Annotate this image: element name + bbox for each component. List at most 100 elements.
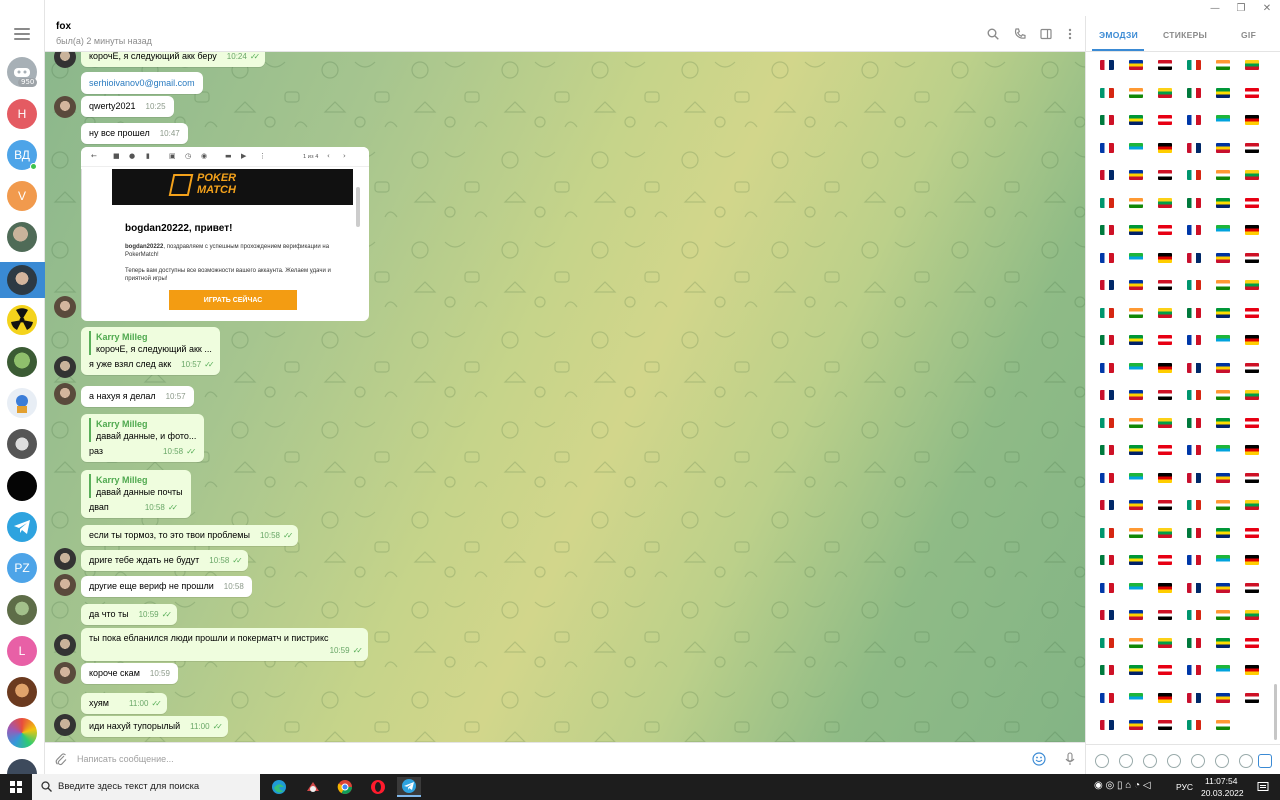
flag-emoji[interactable] xyxy=(1129,115,1143,125)
flag-emoji[interactable] xyxy=(1158,307,1172,318)
message-bubble[interactable]: иди нахуй тупорылый 11:00 ✓✓ xyxy=(81,716,228,737)
sidebar-toggle-icon[interactable] xyxy=(1038,26,1054,42)
flag-emoji[interactable] xyxy=(1216,142,1230,153)
flag-emoji[interactable] xyxy=(1216,527,1230,538)
notifications-icon[interactable] xyxy=(1257,781,1269,793)
flag-emoji[interactable] xyxy=(1158,472,1172,483)
flag-emoji[interactable] xyxy=(1187,445,1201,455)
flag-emoji[interactable] xyxy=(1129,637,1143,648)
flag-emoji[interactable] xyxy=(1129,60,1143,70)
flag-emoji[interactable] xyxy=(1245,582,1259,593)
flag-emoji[interactable] xyxy=(1187,280,1201,290)
message-bubble[interactable]: если ты тормоз, то это твои проблемы 10:5… xyxy=(81,525,299,546)
flag-emoji[interactable] xyxy=(1187,115,1201,125)
flag-emoji[interactable] xyxy=(1158,87,1172,98)
flag-emoji[interactable] xyxy=(1216,445,1230,455)
app-icon[interactable] xyxy=(301,777,325,797)
flag-emoji[interactable] xyxy=(1245,307,1259,318)
telegram-taskbar-icon[interactable] xyxy=(397,777,421,797)
flag-emoji[interactable] xyxy=(1129,362,1143,373)
flag-emoji[interactable] xyxy=(1245,87,1259,98)
flag-emoji[interactable] xyxy=(1216,170,1230,180)
flag-emoji[interactable] xyxy=(1216,637,1230,648)
flag-emoji[interactable] xyxy=(1187,225,1201,235)
edge-icon[interactable] xyxy=(267,777,291,797)
flag-emoji[interactable] xyxy=(1158,197,1172,208)
flag-emoji[interactable] xyxy=(1129,280,1143,290)
flag-emoji[interactable] xyxy=(1216,555,1230,565)
flag-emoji[interactable] xyxy=(1187,555,1201,565)
flag-emoji[interactable] xyxy=(1100,720,1114,730)
flag-emoji[interactable] xyxy=(1187,720,1201,730)
clock-date[interactable]: 20.03.2022 xyxy=(1201,788,1244,798)
flag-emoji[interactable] xyxy=(1158,60,1172,70)
flag-emoji[interactable] xyxy=(1216,60,1230,70)
flag-emoji[interactable] xyxy=(1158,720,1172,730)
flag-emoji[interactable] xyxy=(1187,472,1201,483)
flag-emoji[interactable] xyxy=(1129,87,1143,98)
reply-quote[interactable]: Karry Milleg давай данные почты xyxy=(89,474,183,498)
avatar-photo-1[interactable] xyxy=(7,222,37,252)
avatar-h[interactable]: Н xyxy=(7,99,37,129)
flag-emoji[interactable] xyxy=(1158,170,1172,180)
flag-emoji[interactable] xyxy=(1129,610,1143,620)
flag-emoji[interactable] xyxy=(1100,307,1114,318)
flag-emoji[interactable] xyxy=(1129,720,1143,730)
flag-emoji[interactable] xyxy=(1129,582,1143,593)
flag-emoji[interactable] xyxy=(1158,390,1172,400)
ball-icon[interactable] xyxy=(1191,754,1205,768)
flag-emoji[interactable] xyxy=(1187,307,1201,318)
flag-emoji[interactable] xyxy=(1187,665,1201,675)
screenshot-image-message[interactable]: ← ■ ● ▮ ▣ ◷ ◉ ▬ ▶ ⋮ 1 из 4 ‹ › POKER MAT… xyxy=(81,147,369,321)
flag-emoji[interactable] xyxy=(1100,362,1114,373)
flag-emoji[interactable] xyxy=(1129,390,1143,400)
menu-icon[interactable] xyxy=(14,28,30,40)
flag-emoji[interactable] xyxy=(1129,417,1143,428)
bulb-icon[interactable] xyxy=(1239,754,1253,768)
sender-avatar[interactable] xyxy=(54,662,76,684)
flag-emoji[interactable] xyxy=(1100,197,1114,208)
flag-emoji[interactable] xyxy=(1216,252,1230,263)
avatar-colorful[interactable] xyxy=(7,718,37,748)
flag-emoji[interactable] xyxy=(1216,307,1230,318)
flag-emoji[interactable] xyxy=(1216,582,1230,593)
flag-emoji[interactable] xyxy=(1100,335,1114,345)
flag-emoji[interactable] xyxy=(1158,527,1172,538)
flag-emoji[interactable] xyxy=(1245,692,1259,703)
avatar-fox[interactable] xyxy=(7,265,37,295)
flag-emoji[interactable] xyxy=(1187,527,1201,538)
flag-emoji[interactable] xyxy=(1100,115,1114,125)
search-icon[interactable] xyxy=(985,26,1001,42)
message-bubble[interactable]: ну все прошел 10:47 xyxy=(81,123,188,144)
close-icon[interactable]: ✕ xyxy=(1254,0,1280,16)
message-bubble[interactable]: ты пока ебланился люди прошли и покермат… xyxy=(81,628,368,661)
flag-emoji[interactable] xyxy=(1216,362,1230,373)
flag-emoji[interactable] xyxy=(1158,582,1172,593)
smile-icon[interactable] xyxy=(1119,754,1133,768)
flag-emoji[interactable] xyxy=(1187,390,1201,400)
flag-emoji[interactable] xyxy=(1245,527,1259,538)
flag-emoji[interactable] xyxy=(1158,445,1172,455)
flag-emoji[interactable] xyxy=(1129,472,1143,483)
flag-emoji[interactable] xyxy=(1100,692,1114,703)
flag-emoji[interactable] xyxy=(1187,87,1201,98)
flag-emoji[interactable] xyxy=(1129,527,1143,538)
flag-emoji[interactable] xyxy=(1158,665,1172,675)
flag-emoji[interactable] xyxy=(1158,280,1172,290)
flag-emoji[interactable] xyxy=(1216,417,1230,428)
flag-emoji[interactable] xyxy=(1187,197,1201,208)
avatar-telegram[interactable] xyxy=(7,512,37,542)
flag-emoji[interactable] xyxy=(1245,390,1259,400)
flag-emoji[interactable] xyxy=(1158,610,1172,620)
sender-avatar[interactable] xyxy=(54,296,76,318)
flag-emoji[interactable] xyxy=(1245,555,1259,565)
flag-emoji[interactable] xyxy=(1245,610,1259,620)
flag-emoji[interactable] xyxy=(1216,115,1230,125)
recent-icon[interactable] xyxy=(1095,754,1109,768)
flag-emoji[interactable] xyxy=(1245,115,1259,125)
flag-emoji[interactable] xyxy=(1100,527,1114,538)
flag-emoji[interactable] xyxy=(1245,335,1259,345)
heart-icon[interactable] xyxy=(1258,754,1272,768)
flag-emoji[interactable] xyxy=(1158,417,1172,428)
flag-emoji[interactable] xyxy=(1216,610,1230,620)
